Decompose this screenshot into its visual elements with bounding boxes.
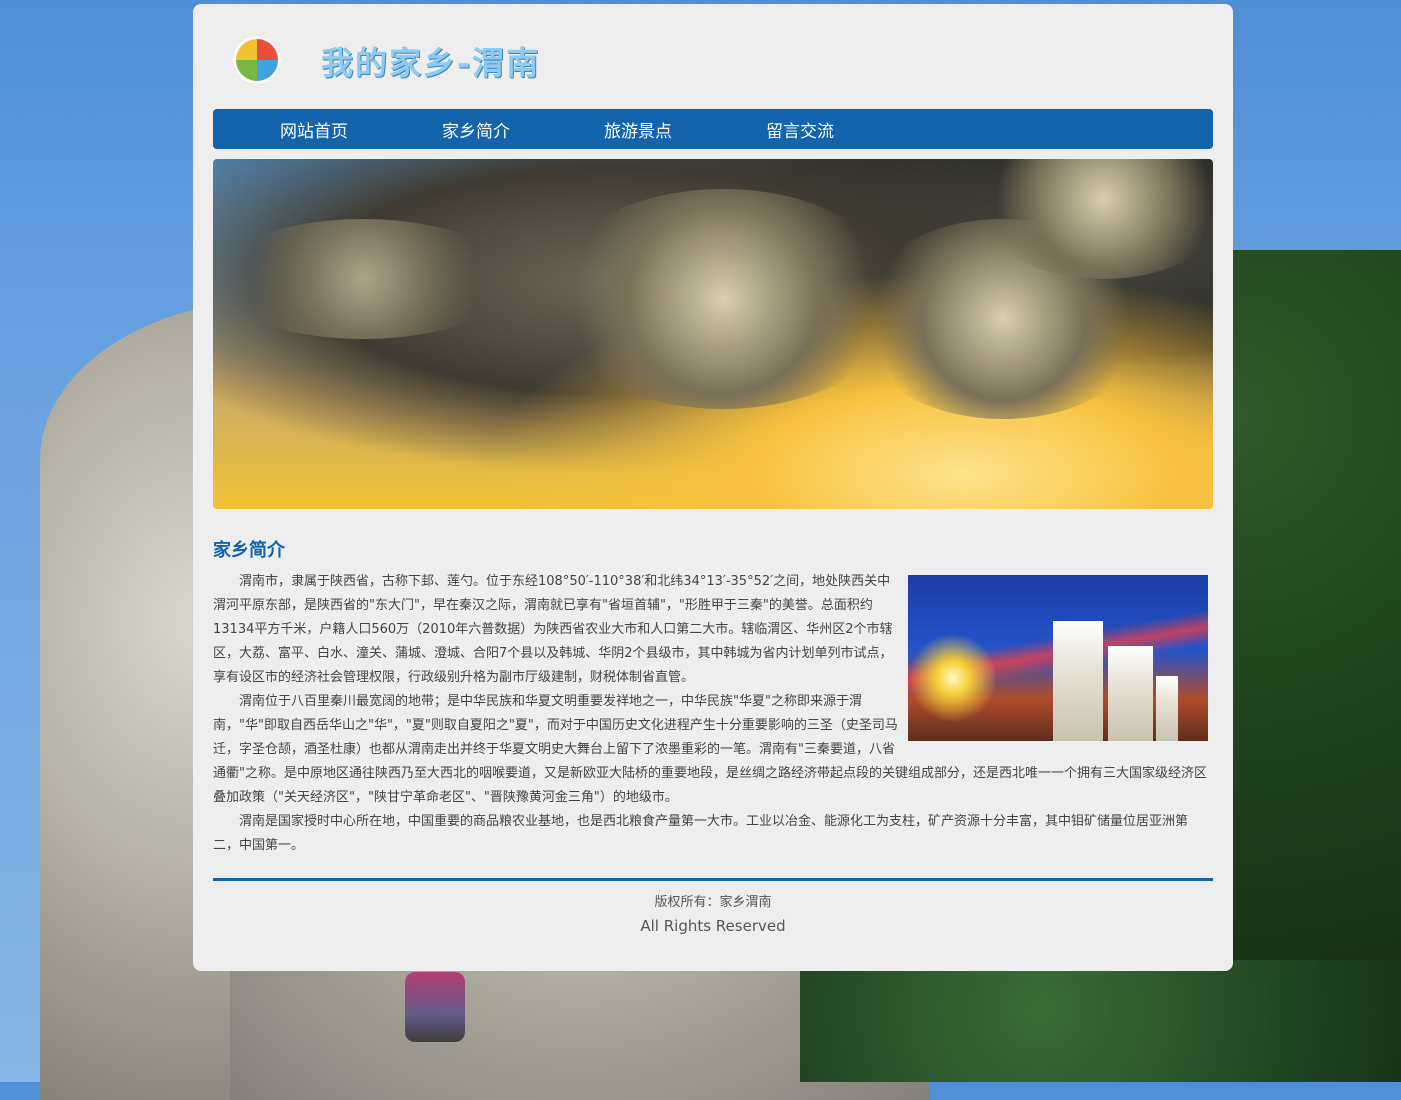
banner-cloud-shape bbox=[543, 189, 903, 409]
page-container: 我的家乡-渭南 网站首页 家乡简介 旅游景点 留言交流 家乡简介 渭南市，隶属于… bbox=[193, 4, 1233, 971]
building-shape bbox=[1156, 676, 1178, 741]
intro-content: 渭南市，隶属于陕西省，古称下邽、莲勺。位于东经108°50′-110°38′和北… bbox=[213, 570, 1208, 858]
nav-item-home[interactable]: 网站首页 bbox=[233, 117, 395, 142]
main-nav: 网站首页 家乡简介 旅游景点 留言交流 bbox=[213, 109, 1213, 149]
section-title: 家乡简介 bbox=[213, 540, 285, 561]
background-hikers bbox=[405, 972, 465, 1042]
intro-paragraph: 渭南是国家授时中心所在地，中国重要的商品粮农业基地，也是西北粮食产量第一大市。工… bbox=[213, 814, 1189, 853]
site-title[interactable]: 我的家乡-渭南 bbox=[321, 38, 540, 84]
city-night-buildings-photo bbox=[908, 575, 1208, 741]
landscape-logo-icon[interactable] bbox=[233, 36, 281, 84]
nav-item-message-board[interactable]: 留言交流 bbox=[719, 117, 881, 142]
nav-item-scenic-spots[interactable]: 旅游景点 bbox=[557, 117, 719, 142]
building-shape bbox=[1108, 646, 1153, 741]
background-trees-lower bbox=[800, 960, 1401, 1082]
footer-divider bbox=[213, 878, 1213, 881]
header: 我的家乡-渭南 bbox=[213, 24, 1213, 104]
banner-cloud-shape bbox=[213, 219, 513, 339]
building-shape bbox=[1053, 621, 1103, 741]
copyright-text: 版权所有：家乡渭南 bbox=[654, 895, 772, 910]
rights-text: All Rights Reserved bbox=[640, 917, 786, 935]
banner-image bbox=[213, 159, 1213, 509]
nav-item-hometown-intro[interactable]: 家乡简介 bbox=[395, 117, 557, 142]
footer: 版权所有：家乡渭南 All Rights Reserved bbox=[213, 892, 1213, 938]
